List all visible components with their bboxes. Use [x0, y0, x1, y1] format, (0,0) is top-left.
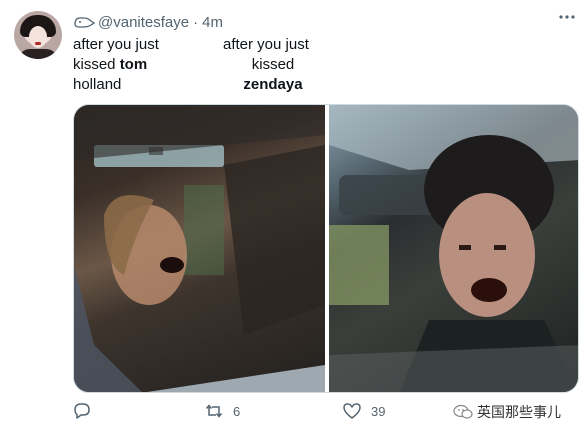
- retweet-count: 6: [233, 403, 241, 419]
- avatar-lips: [35, 42, 41, 45]
- watermark-text: 英国那些事儿: [477, 404, 561, 420]
- mute-icon: [74, 17, 95, 28]
- right-line-2: kissed: [251, 56, 295, 73]
- like-button[interactable]: 39: [343, 402, 385, 420]
- retweet-icon: [205, 404, 223, 418]
- retweet-button[interactable]: 6: [205, 402, 240, 420]
- photo-left-drawing: [74, 105, 325, 392]
- like-icon: [343, 403, 361, 419]
- avatar-shoulder: [18, 49, 58, 59]
- photo-left[interactable]: [74, 105, 325, 392]
- like-count: 39: [371, 403, 386, 419]
- wechat-icon: [453, 404, 473, 419]
- photo-right-drawing: [329, 105, 578, 392]
- more-icon[interactable]: [559, 14, 575, 20]
- left-line-1: after you just: [73, 36, 159, 53]
- right-line-3: zendaya: [243, 76, 303, 93]
- tweet-text-left: after you just kissed tom holland: [73, 35, 203, 95]
- avatar[interactable]: [14, 11, 62, 59]
- left-line-2: kissed tom: [73, 55, 203, 75]
- left-line-2-b: tom: [119, 56, 148, 73]
- timestamp[interactable]: 4m: [202, 14, 223, 31]
- reply-icon: [74, 403, 90, 419]
- right-line-1: after you just: [223, 36, 309, 53]
- tweet-text-right: after you just kissed zendaya: [223, 35, 333, 95]
- reply-button[interactable]: [73, 402, 101, 420]
- left-line-2-a: kissed: [73, 56, 120, 73]
- user-handle[interactable]: @vanitesfaye: [98, 14, 189, 31]
- left-line-3: holland: [73, 76, 122, 93]
- tweet-header: @vanitesfaye · 4m: [73, 12, 223, 32]
- tweet-actions: 6 39 英国那些事儿: [73, 402, 579, 422]
- photo-right[interactable]: [329, 105, 578, 392]
- media-container[interactable]: [73, 104, 579, 393]
- watermark: 英国那些事儿: [453, 402, 561, 422]
- separator-dot: ·: [193, 13, 199, 31]
